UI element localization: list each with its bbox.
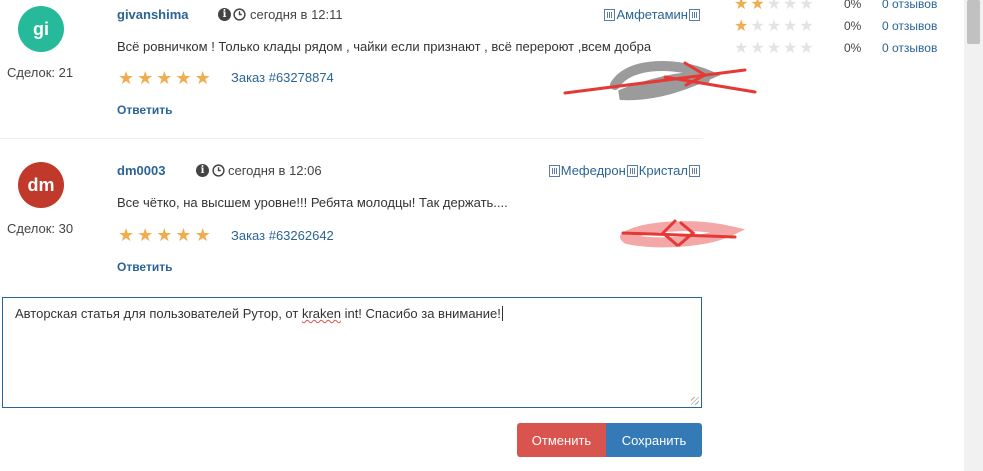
scribble-annotation: [620, 219, 745, 248]
star-icon: ★: [766, 0, 782, 13]
star-icon: ★: [783, 0, 798, 13]
username-link[interactable]: givanshima: [117, 7, 189, 22]
rating-row-1-star: ★ ★ ★ ★ ★ 0% 0 отзывов: [734, 17, 954, 35]
save-button[interactable]: Сохранить: [606, 423, 702, 457]
star-icon: ★: [156, 225, 173, 246]
star-icon: ★: [175, 225, 192, 246]
rating-count-link[interactable]: 0 отзывов: [882, 19, 937, 33]
rating-percent: 0%: [844, 0, 862, 11]
star-icon: ★: [156, 68, 173, 89]
star-icon: ★: [137, 68, 154, 89]
scribble-annotation: [563, 61, 757, 101]
resize-grip-icon[interactable]: [691, 397, 699, 405]
star-icon: ★: [766, 16, 782, 35]
qr-code-icon: [548, 164, 560, 177]
reply-textarea-value: Авторская статья для пользователей Рутор…: [15, 306, 503, 321]
review-date: сегодня в 12:06: [228, 163, 322, 178]
product-tags: Мефедрон Кристал: [548, 163, 701, 178]
review-text: Все чётко, на высшем уровне!!! Ребята мо…: [117, 195, 508, 210]
clock-icon: [233, 8, 246, 21]
star-icon: ★: [799, 0, 814, 13]
rating-stars: ★ ★ ★ ★ ★: [734, 40, 814, 56]
product-link[interactable]: Амфетамин: [616, 7, 688, 22]
product-tags: Амфетамин: [603, 7, 701, 22]
star-icon: ★: [799, 38, 814, 57]
clock-icon: [212, 164, 225, 177]
avatar: dm: [18, 162, 64, 208]
review-date: сегодня в 12:11: [250, 7, 343, 22]
reply-textarea[interactable]: Авторская статья для пользователей Рутор…: [2, 297, 702, 408]
star-icon: ★: [750, 0, 765, 13]
star-icon: ★: [734, 38, 749, 57]
qr-code-icon: [689, 8, 700, 21]
qr-code-icon: [626, 164, 638, 177]
reply-button[interactable]: Ответить: [117, 103, 172, 117]
star-icon: ★: [783, 16, 798, 35]
scrollbar[interactable]: [964, 0, 983, 471]
star-icon: ★: [118, 68, 135, 89]
info-icon[interactable]: i: [196, 164, 209, 177]
deals-count: Сделок: 30: [7, 221, 74, 236]
star-icon: ★: [118, 225, 135, 246]
review-rating: ★ ★ ★ ★ ★: [118, 227, 211, 245]
product-link[interactable]: Кристал: [639, 163, 688, 178]
review-item: gi Сделок: 21 givanshima i сегодня в 12:…: [0, 0, 757, 139]
cancel-button[interactable]: Отменить: [517, 423, 606, 457]
misspelled-word: kraken: [301, 306, 341, 321]
star-icon: ★: [750, 16, 765, 35]
review-text: Всё ровничком ! Только клады рядом , чай…: [117, 39, 652, 54]
product-link[interactable]: Мефедрон: [561, 163, 626, 178]
review-item: dm Сделок: 30 dm0003 i сегодня в 12:06 М…: [0, 140, 745, 292]
info-icon[interactable]: i: [218, 8, 231, 21]
star-icon: ★: [734, 0, 749, 13]
qr-code-icon: [689, 164, 700, 177]
star-icon: ★: [194, 68, 211, 89]
star-icon: ★: [194, 225, 211, 246]
rating-row-0-stars: ★ ★ ★ ★ ★ 0% 0 отзывов: [734, 39, 954, 57]
order-link[interactable]: Заказ #63278874: [231, 70, 334, 85]
rating-percent: 0%: [844, 19, 862, 33]
deals-count: Сделок: 21: [7, 65, 74, 80]
rating-stars: ★ ★ ★ ★ ★: [734, 0, 814, 12]
rating-row-2-stars: ★ ★ ★ ★ ★ 0% 0 отзывов: [734, 0, 954, 13]
avatar: gi: [18, 6, 64, 52]
order-link[interactable]: Заказ #63262642: [231, 228, 334, 243]
rating-percent: 0%: [844, 41, 862, 55]
star-icon: ★: [783, 38, 798, 57]
scrollbar-thumb[interactable]: [967, 0, 980, 44]
rating-stars: ★ ★ ★ ★ ★: [734, 18, 814, 34]
rating-count-link[interactable]: 0 отзывов: [882, 41, 937, 55]
reply-button[interactable]: Ответить: [117, 260, 172, 274]
rating-count-link[interactable]: 0 отзывов: [882, 0, 937, 11]
star-icon: ★: [799, 16, 814, 35]
text-cursor: [501, 306, 503, 321]
star-icon: ★: [766, 38, 782, 57]
star-icon: ★: [137, 225, 154, 246]
review-rating: ★ ★ ★ ★ ★: [118, 70, 211, 88]
star-icon: ★: [750, 38, 765, 57]
star-icon: ★: [734, 16, 749, 35]
username-link[interactable]: dm0003: [117, 163, 165, 178]
star-icon: ★: [175, 68, 192, 89]
qr-code-icon: [604, 8, 616, 21]
